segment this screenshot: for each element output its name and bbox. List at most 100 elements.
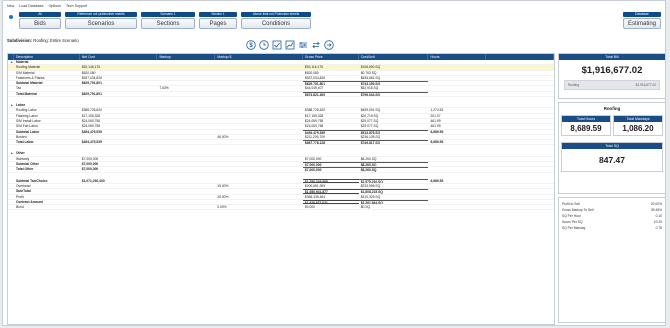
cell-gross-price: $1,350,349,598 bbox=[302, 178, 359, 183]
cell-markup bbox=[157, 119, 215, 123]
menu-tech-support[interactable]: Tech Support bbox=[66, 4, 87, 8]
cell-markup-amount bbox=[215, 140, 303, 144]
bids-group: All Bids bbox=[19, 12, 61, 34]
checkbox-icon[interactable] bbox=[272, 40, 282, 50]
cell-cost-unit: $8,260.SQ bbox=[360, 156, 377, 161]
app-window: New Load Database Options Tech Support A… bbox=[2, 0, 666, 326]
cell-markup bbox=[157, 195, 215, 199]
total-sq-value: 847.47 bbox=[599, 155, 625, 165]
cell-gross-price: $7,000,000 bbox=[304, 156, 322, 161]
cell-markup-amount bbox=[215, 76, 303, 80]
cell-spacer bbox=[486, 205, 554, 209]
cell-net-cost bbox=[80, 184, 158, 188]
cell-spacer bbox=[486, 114, 554, 118]
cell-markup bbox=[157, 65, 215, 69]
cell-markup bbox=[157, 130, 215, 134]
metric-row: SQ Per Manday 0.78 bbox=[559, 225, 665, 231]
cell-description: Profit bbox=[15, 194, 24, 199]
cell-description: Roofing Labor bbox=[15, 108, 37, 113]
menu-new[interactable]: New bbox=[7, 4, 14, 8]
cell-markup-amount bbox=[215, 179, 303, 183]
cell-description: Subtotal Material bbox=[15, 81, 43, 86]
cell-spacer bbox=[486, 130, 554, 134]
arrows-icon[interactable] bbox=[311, 40, 321, 50]
cell-hours bbox=[428, 86, 486, 90]
dollar-icon[interactable]: $ bbox=[246, 40, 256, 50]
breadcrumb-value: Roofing: Entire Scenario bbox=[33, 38, 79, 43]
menu-options[interactable]: Options bbox=[49, 4, 61, 8]
chart-icon[interactable] bbox=[285, 40, 295, 50]
cell-hours bbox=[428, 76, 486, 80]
cell-markup-amount bbox=[215, 167, 303, 171]
cell-markup-amount bbox=[215, 151, 303, 155]
cell-description: Burden bbox=[15, 134, 27, 139]
cell-markup bbox=[157, 92, 215, 96]
cell-hours: 201.07 bbox=[430, 113, 441, 118]
cell-description: Subtotal Tax/Choice bbox=[15, 178, 48, 183]
cell-description: Roofing Material bbox=[15, 65, 40, 70]
cell-markup bbox=[157, 114, 215, 118]
cell-cost-unit: $29,077.SQ bbox=[360, 118, 379, 123]
cell-description: S/M Material bbox=[15, 70, 35, 75]
estimating-button[interactable]: Estimating bbox=[623, 18, 661, 29]
cell-hours bbox=[428, 65, 486, 69]
conditions-badge: Above limit not Protection sheets bbox=[241, 12, 311, 17]
cell-hours bbox=[428, 195, 486, 199]
cell-net-cost bbox=[80, 60, 158, 64]
cell-cost-unit: $8,260.SQ bbox=[358, 162, 429, 166]
menu-load-database[interactable]: Load Database bbox=[19, 4, 43, 8]
cell-markup bbox=[157, 162, 215, 166]
scenarios-group: Reference not yet/another sheets Scenari… bbox=[65, 12, 137, 34]
cell-net-cost: $629,791,801 bbox=[81, 81, 102, 86]
cell-spacer bbox=[486, 184, 554, 188]
metric-label: SQ Per Manday bbox=[562, 226, 586, 230]
cell-markup bbox=[157, 76, 215, 80]
cell-spacer bbox=[486, 157, 554, 161]
pages-button[interactable]: Pages bbox=[199, 18, 237, 29]
section-title: Roofing bbox=[603, 106, 621, 111]
cell-gross-price: $365,335,464 bbox=[304, 194, 326, 199]
clock-icon[interactable] bbox=[259, 40, 269, 50]
status-dot-icon bbox=[9, 15, 13, 19]
cell-cost-unit: $796,044.SQ bbox=[358, 91, 429, 96]
cell-markup-amount bbox=[215, 119, 303, 123]
cell-markup bbox=[157, 60, 215, 64]
cell-spacer bbox=[486, 86, 554, 90]
breadcrumb: Subdivision: Roofing: Entire Scenario bbox=[7, 38, 79, 43]
sliders-icon[interactable] bbox=[298, 40, 308, 50]
cell-hours: 6,689.59 bbox=[430, 140, 444, 145]
cell-gross-price bbox=[303, 60, 359, 64]
sections-button[interactable]: Sections bbox=[141, 18, 195, 29]
conditions-group: Above limit not Protection sheets Condit… bbox=[241, 12, 311, 34]
summary-panel: Total Bill $1,916,677.02 Roofing $1,916,… bbox=[558, 53, 666, 325]
conditions-button[interactable]: Conditions bbox=[241, 18, 311, 29]
cell-hours bbox=[428, 71, 486, 75]
total-mandays-card: Total Mandays 1,086.20 bbox=[613, 115, 663, 136]
cell-description: Total Labor bbox=[15, 140, 34, 145]
cell-spacer bbox=[486, 162, 554, 166]
total-mandays-value: 1,086.20 bbox=[622, 124, 654, 133]
cell-description: Total Other bbox=[15, 167, 34, 172]
table-row[interactable]: Bond 0.00% $0,000 $0.SQ bbox=[8, 205, 554, 211]
bids-badge: All bbox=[19, 12, 61, 17]
cell-description: Subtotal Labor bbox=[15, 129, 40, 134]
bids-button[interactable]: Bids bbox=[19, 18, 61, 29]
view-icon-bar: $ bbox=[246, 40, 334, 50]
cell-markup bbox=[157, 140, 215, 144]
section-slider[interactable]: Roofing $1,916,677.02 bbox=[564, 80, 660, 90]
scenarios-button[interactable]: Scenarios bbox=[65, 18, 137, 29]
scenarios-badge: Reference not yet/another sheets bbox=[65, 12, 137, 17]
cell-hours bbox=[428, 151, 486, 155]
cell-markup-amount bbox=[215, 92, 303, 96]
cell-description: Labor bbox=[15, 103, 26, 108]
cell-cost-unit: $1,808,215.SQ bbox=[358, 189, 429, 194]
cell-net-cost: $7,000,000 bbox=[81, 167, 99, 172]
cell-markup-amount bbox=[215, 60, 303, 64]
menu-bar: New Load Database Options Tech Support bbox=[3, 1, 665, 11]
cell-markup-amount bbox=[215, 103, 303, 107]
total-sq-card: Total SQ 847.47 bbox=[561, 142, 663, 172]
cell-markup-amount bbox=[215, 200, 303, 204]
cell-markup bbox=[157, 200, 215, 204]
export-icon[interactable] bbox=[324, 40, 334, 50]
cell-hours bbox=[428, 162, 486, 166]
